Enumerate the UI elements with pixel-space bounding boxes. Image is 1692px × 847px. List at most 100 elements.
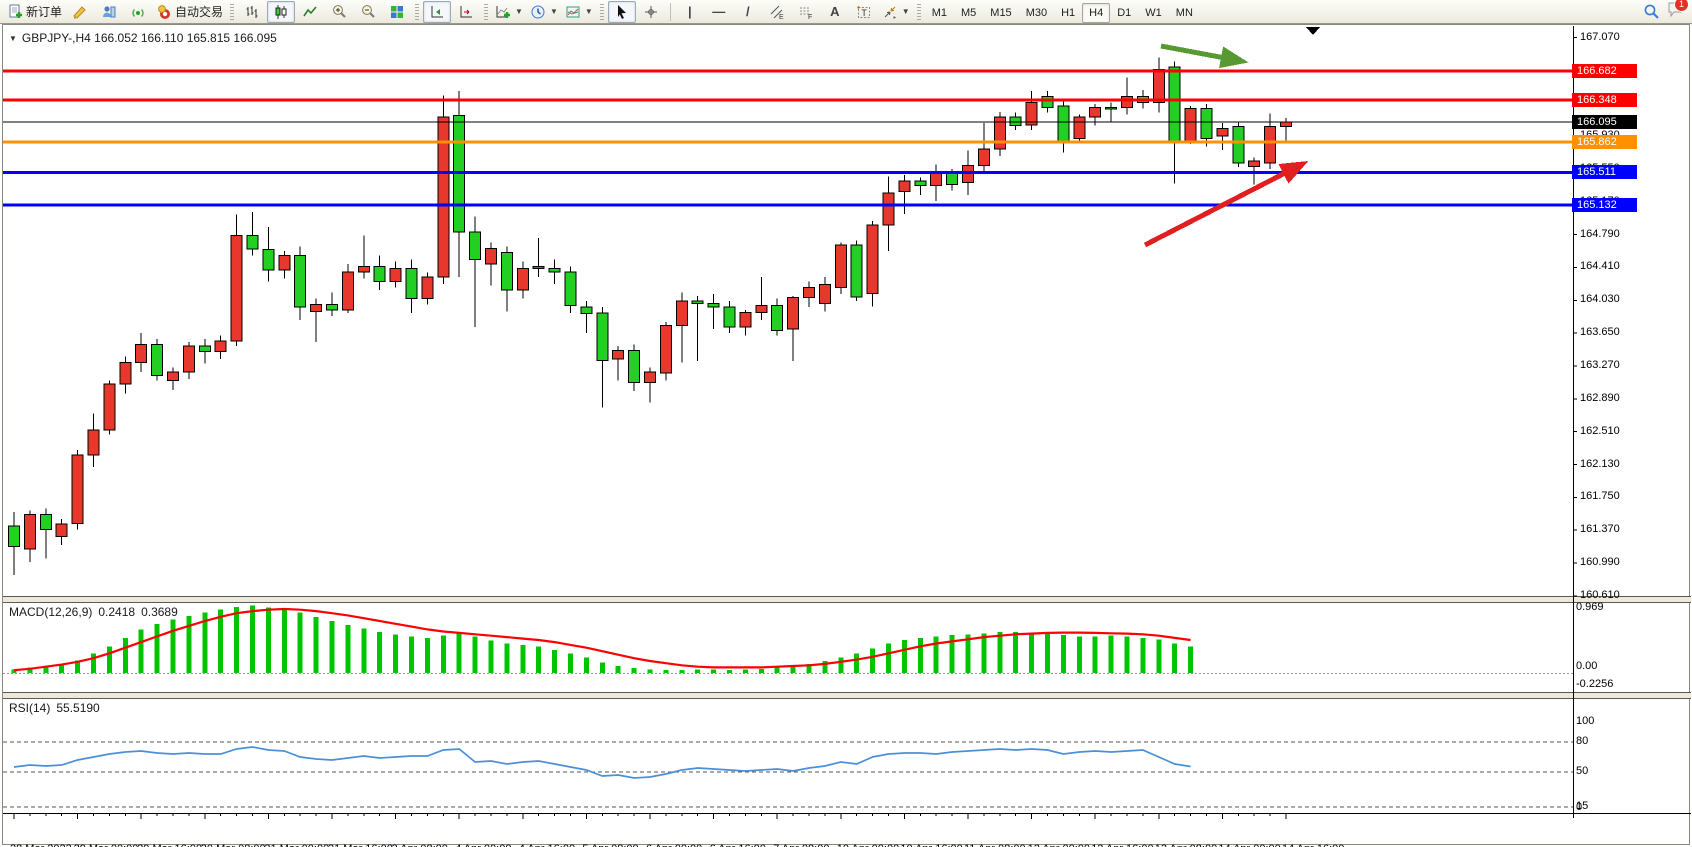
- time-axis-label: 30 Mar 08:00: [201, 843, 266, 847]
- macd-histogram-bar: [314, 617, 319, 673]
- fibonacci-tool-button[interactable]: F: [792, 1, 820, 23]
- timeframe-button-h4[interactable]: H4: [1082, 3, 1110, 23]
- macd-axis-label: 0.00: [1576, 660, 1597, 672]
- arrows-tool-button[interactable]: ▼: [879, 1, 913, 23]
- trendline-tool-button[interactable]: /: [734, 1, 762, 23]
- candle: [978, 149, 989, 165]
- price-axis-tick-label: 164.790: [1580, 228, 1620, 240]
- candle: [1074, 117, 1085, 139]
- chevron-down-icon: ▼: [515, 7, 523, 16]
- period-button[interactable]: ▼: [527, 1, 561, 23]
- candle: [104, 384, 115, 430]
- notifications-button[interactable]: 1: [1666, 1, 1684, 23]
- price-axis-tick-label: 162.130: [1580, 458, 1620, 470]
- auto-trading-button[interactable]: 自动交易: [153, 1, 226, 23]
- macd-histogram-bar: [695, 670, 700, 674]
- publisher-button[interactable]: [95, 1, 123, 23]
- horizontal-line-icon: —: [712, 4, 725, 19]
- macd-label: MACD(12,26,9) 0.2418 0.3689: [9, 605, 178, 619]
- candle: [1249, 161, 1260, 166]
- add-indicator-button[interactable]: ▼: [492, 1, 526, 23]
- candle: [327, 305, 338, 310]
- timeframe-button-m1[interactable]: M1: [925, 3, 954, 23]
- new-order-icon: [7, 4, 23, 20]
- candle: [1106, 108, 1117, 110]
- green-arrow-annotation[interactable]: [1161, 46, 1225, 58]
- red-arrow-annotation[interactable]: [1145, 172, 1287, 245]
- auto-scroll-button[interactable]: [452, 1, 480, 23]
- candle: [311, 305, 322, 312]
- candle: [40, 515, 51, 530]
- templates-button[interactable]: ▼: [562, 1, 596, 23]
- candle: [183, 346, 194, 372]
- cursor-tool-button[interactable]: [608, 1, 636, 23]
- line-chart-mode-button[interactable]: [296, 1, 324, 23]
- candle: [1153, 70, 1164, 103]
- candle: [24, 515, 35, 550]
- toolbar-drag-handle[interactable]: [484, 4, 488, 20]
- zoom-in-button[interactable]: [325, 1, 353, 23]
- channel-tool-button[interactable]: E: [763, 1, 791, 23]
- timeframe-button-m5[interactable]: M5: [954, 3, 983, 23]
- price-axis-tick-label: 164.410: [1580, 260, 1620, 272]
- toolbar-drag-handle[interactable]: [600, 4, 604, 20]
- template-icon: [565, 4, 581, 20]
- candle: [533, 267, 544, 269]
- candlestick-chart-icon: [273, 4, 289, 20]
- timeframe-button-mn[interactable]: MN: [1169, 3, 1200, 23]
- candle: [676, 301, 687, 325]
- candlestick-mode-button[interactable]: [267, 1, 295, 23]
- macd-histogram-bar: [123, 638, 128, 673]
- notification-badge: 1: [1674, 0, 1689, 12]
- chart-canvas[interactable]: [3, 25, 1691, 844]
- candle: [1233, 127, 1244, 163]
- timeframe-button-m30[interactable]: M30: [1019, 3, 1054, 23]
- candle: [613, 350, 624, 359]
- horizontal-line-tool-button[interactable]: —: [705, 1, 733, 23]
- timeframe-button-h1[interactable]: H1: [1054, 3, 1082, 23]
- signals-button[interactable]: [124, 1, 152, 23]
- text-label-tool-button[interactable]: T: [850, 1, 878, 23]
- toolbar-drag-handle[interactable]: [230, 4, 234, 20]
- toolbar-drag-handle[interactable]: [917, 4, 921, 20]
- crayon-icon: [72, 4, 88, 20]
- symbol-dropdown-icon[interactable]: ▼: [9, 34, 17, 43]
- crosshair-tool-button[interactable]: [637, 1, 665, 23]
- time-axis-label: 29 Mar 00:00: [74, 843, 139, 847]
- chart-window[interactable]: ▼ GBPJPY-,H4 166.052 166.110 165.815 166…: [2, 24, 1690, 845]
- macd-histogram-bar: [361, 629, 366, 673]
- candle: [835, 245, 846, 287]
- macd-histogram-bar: [1045, 634, 1050, 673]
- candle: [215, 341, 226, 351]
- timeframe-button-d1[interactable]: D1: [1110, 3, 1138, 23]
- vertical-line-tool-button[interactable]: |: [676, 1, 704, 23]
- candle: [915, 181, 926, 185]
- equidistant-channel-icon: E: [769, 4, 785, 20]
- bar-chart-mode-button[interactable]: [238, 1, 266, 23]
- crayon-tool-button[interactable]: [66, 1, 94, 23]
- new-order-button[interactable]: 新订单: [4, 1, 65, 23]
- search-icon[interactable]: [1643, 3, 1660, 20]
- candle: [1169, 67, 1180, 142]
- timeframe-button-w1[interactable]: W1: [1138, 3, 1169, 23]
- time-axis-label: 3 Apr 08:00: [392, 843, 448, 847]
- candle: [819, 285, 830, 304]
- candle: [1265, 127, 1276, 163]
- timeframe-button-m15[interactable]: M15: [983, 3, 1018, 23]
- candle: [931, 173, 942, 185]
- price-line-badge: 165.862: [1572, 135, 1637, 149]
- chart-shift-button[interactable]: [423, 1, 451, 23]
- tile-windows-button[interactable]: [383, 1, 411, 23]
- rsi-value: 55.5190: [56, 701, 99, 715]
- toolbar-drag-handle[interactable]: [415, 4, 419, 20]
- zoom-out-button[interactable]: [354, 1, 382, 23]
- macd-histogram-bar: [1029, 633, 1034, 673]
- time-axis-label: 4 Apr 00:00: [455, 843, 511, 847]
- macd-histogram-bar: [981, 634, 986, 673]
- macd-histogram-bar: [91, 653, 96, 673]
- text-tool-button[interactable]: A: [821, 1, 849, 23]
- macd-histogram-bar: [727, 670, 732, 673]
- down-triangle-marker[interactable]: [1306, 27, 1320, 35]
- rsi-label: RSI(14) 55.5190: [9, 701, 100, 715]
- candle: [56, 524, 67, 536]
